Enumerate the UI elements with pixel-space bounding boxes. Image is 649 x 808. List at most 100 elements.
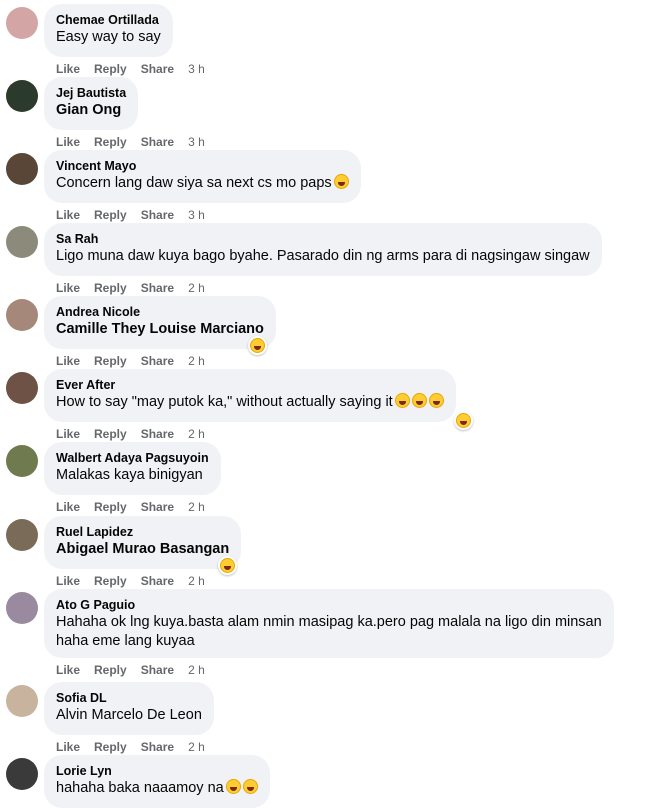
comment-timestamp[interactable]: 3 h bbox=[188, 208, 205, 222]
comment-actions: Like Reply Share 2 h bbox=[56, 500, 205, 514]
share-button[interactable]: Share bbox=[141, 663, 174, 677]
reaction-haha-icon[interactable] bbox=[218, 556, 237, 575]
like-button[interactable]: Like bbox=[56, 354, 80, 368]
reaction-haha-icon[interactable] bbox=[248, 336, 267, 355]
like-button[interactable]: Like bbox=[56, 208, 80, 222]
reply-button[interactable]: Reply bbox=[94, 208, 127, 222]
reply-button[interactable]: Reply bbox=[94, 740, 127, 754]
comment-actions: Like Reply Share 2 h bbox=[56, 427, 205, 441]
avatar[interactable] bbox=[6, 226, 38, 258]
reaction-haha-icon[interactable] bbox=[454, 411, 473, 430]
share-button[interactable]: Share bbox=[141, 354, 174, 368]
comment-bubble: Chemae Ortillada Easy way to say bbox=[44, 4, 173, 57]
comment-actions: Like Reply Share 2 h bbox=[56, 574, 205, 588]
comment-author[interactable]: Vincent Mayo bbox=[56, 158, 349, 174]
like-button[interactable]: Like bbox=[56, 427, 80, 441]
grinning-squinting-face-icon bbox=[225, 779, 241, 794]
like-button[interactable]: Like bbox=[56, 740, 80, 754]
reply-button[interactable]: Reply bbox=[94, 62, 127, 76]
share-button[interactable]: Share bbox=[141, 135, 174, 149]
tagged-name[interactable]: Abigael Murao Basangan bbox=[56, 540, 229, 559]
share-button[interactable]: Share bbox=[141, 427, 174, 441]
rolling-on-floor-laughing-icon bbox=[428, 393, 444, 408]
comment-author[interactable]: Andrea Nicole bbox=[56, 304, 264, 320]
comment-author[interactable]: Jej Bautista bbox=[56, 85, 126, 101]
rolling-on-floor-laughing-icon bbox=[394, 393, 410, 408]
comment-list: Chemae Ortillada Easy way to say Like Reply… bbox=[0, 0, 649, 808]
comment-timestamp[interactable]: 3 h bbox=[188, 62, 205, 76]
comment-author[interactable]: Lorie Lyn bbox=[56, 763, 258, 779]
comment-bubble: Vincent Mayo Concern lang daw siya sa nex… bbox=[44, 150, 361, 203]
avatar[interactable] bbox=[6, 592, 38, 624]
comment-bubble: Sofia DL Alvin Marcelo De Leon bbox=[44, 682, 214, 735]
comment-author[interactable]: Walbert Adaya Pagsuyoin bbox=[56, 450, 209, 466]
comment-bubble: Ruel Lapidez Abigael Murao Basangan bbox=[44, 516, 241, 569]
avatar[interactable] bbox=[6, 758, 38, 790]
comment-timestamp[interactable]: 2 h bbox=[188, 427, 205, 441]
comment-actions: Like Reply Share 3 h bbox=[56, 208, 205, 222]
avatar[interactable] bbox=[6, 153, 38, 185]
comment-timestamp[interactable]: 2 h bbox=[188, 354, 205, 368]
like-button[interactable]: Like bbox=[56, 135, 80, 149]
reply-button[interactable]: Reply bbox=[94, 135, 127, 149]
comment-text: Hahaha ok lng kuya.basta alam nmin masip… bbox=[56, 614, 602, 630]
comment-text: How to say "may putok ka," without actua… bbox=[56, 393, 444, 412]
grinning-squinting-face-icon bbox=[333, 174, 349, 189]
share-button[interactable]: Share bbox=[141, 574, 174, 588]
comment-bubble: Walbert Adaya Pagsuyoin Malakas kaya bini… bbox=[44, 442, 221, 495]
comment-actions: Like Reply Share 3 h bbox=[56, 135, 205, 149]
tagged-name[interactable]: Camille They Louise Marciano bbox=[56, 320, 264, 339]
comment-timestamp[interactable]: 2 h bbox=[188, 574, 205, 588]
comment-author[interactable]: Sofia DL bbox=[56, 690, 202, 706]
reply-button[interactable]: Reply bbox=[94, 500, 127, 514]
comment-actions: Like Reply Share 2 h bbox=[56, 663, 205, 677]
comment-timestamp[interactable]: 2 h bbox=[188, 740, 205, 754]
reply-button[interactable]: Reply bbox=[94, 281, 127, 295]
comment-text: Malakas kaya binigyan bbox=[56, 467, 203, 483]
reply-button[interactable]: Reply bbox=[94, 354, 127, 368]
comment-author[interactable]: Ato G Paguio bbox=[56, 597, 602, 613]
comment-text: Easy way to say bbox=[56, 29, 161, 45]
like-button[interactable]: Like bbox=[56, 574, 80, 588]
comment-author[interactable]: Sa Rah bbox=[56, 231, 590, 247]
like-button[interactable]: Like bbox=[56, 62, 80, 76]
comment-author[interactable]: Chemae Ortillada bbox=[56, 12, 161, 28]
reply-button[interactable]: Reply bbox=[94, 427, 127, 441]
comment-text: hahaha baka naaamoy na bbox=[56, 779, 258, 798]
reply-button[interactable]: Reply bbox=[94, 663, 127, 677]
comment-text: Alvin Marcelo De Leon bbox=[56, 707, 202, 723]
comment-bubble: Lorie Lyn hahaha baka naaamoy na bbox=[44, 755, 270, 808]
comment-timestamp[interactable]: 2 h bbox=[188, 281, 205, 295]
share-button[interactable]: Share bbox=[141, 740, 174, 754]
comment-actions: Like Reply Share 2 h bbox=[56, 740, 205, 754]
comment-bubble: Andrea Nicole Camille They Louise Marcian… bbox=[44, 296, 276, 349]
comment-timestamp[interactable]: 2 h bbox=[188, 500, 205, 514]
comment-bubble: Jej Bautista Gian Ong bbox=[44, 77, 138, 130]
share-button[interactable]: Share bbox=[141, 62, 174, 76]
reply-button[interactable]: Reply bbox=[94, 574, 127, 588]
avatar[interactable] bbox=[6, 519, 38, 551]
avatar[interactable] bbox=[6, 80, 38, 112]
like-button[interactable]: Like bbox=[56, 500, 80, 514]
comment-text: haha eme lang kuyaa bbox=[56, 633, 195, 649]
like-button[interactable]: Like bbox=[56, 281, 80, 295]
comment-actions: Like Reply Share 2 h bbox=[56, 354, 205, 368]
tagged-name[interactable]: Gian Ong bbox=[56, 101, 126, 120]
share-button[interactable]: Share bbox=[141, 500, 174, 514]
avatar[interactable] bbox=[6, 7, 38, 39]
rolling-on-floor-laughing-icon bbox=[411, 393, 427, 408]
avatar[interactable] bbox=[6, 299, 38, 331]
rolling-on-floor-laughing-icon bbox=[242, 779, 258, 794]
comment-bubble: Ever After How to say "may putok ka," wit… bbox=[44, 369, 456, 422]
share-button[interactable]: Share bbox=[141, 208, 174, 222]
share-button[interactable]: Share bbox=[141, 281, 174, 295]
comment-timestamp[interactable]: 3 h bbox=[188, 135, 205, 149]
comment-author[interactable]: Ruel Lapidez bbox=[56, 524, 229, 540]
avatar[interactable] bbox=[6, 445, 38, 477]
comment-text: Concern lang daw siya sa next cs mo paps bbox=[56, 174, 349, 193]
avatar[interactable] bbox=[6, 372, 38, 404]
avatar[interactable] bbox=[6, 685, 38, 717]
comment-author[interactable]: Ever After bbox=[56, 377, 444, 393]
like-button[interactable]: Like bbox=[56, 663, 80, 677]
comment-timestamp[interactable]: 2 h bbox=[188, 663, 205, 677]
